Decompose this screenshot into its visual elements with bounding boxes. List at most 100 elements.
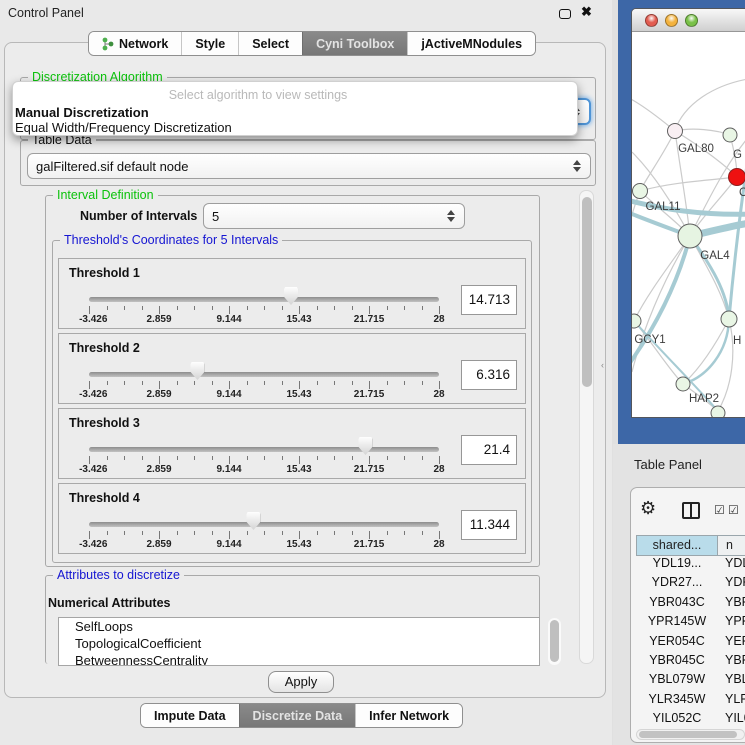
network-node[interactable] xyxy=(678,224,702,248)
network-edge-weighted[interactable] xyxy=(683,319,729,384)
network-icon xyxy=(102,37,114,51)
threshold-slider-track[interactable] xyxy=(89,447,439,452)
zoom-traffic-light-icon[interactable] xyxy=(685,14,698,27)
checkbox-icon[interactable]: ☑ xyxy=(728,503,739,517)
table-hscrollbar-track[interactable] xyxy=(636,729,745,740)
threshold-label: Threshold 2 xyxy=(69,341,140,355)
network-node[interactable] xyxy=(633,184,648,199)
tick-mark xyxy=(194,456,195,460)
screen: Control Panel ✖ NetworkStyleSelectCyni T… xyxy=(0,0,745,745)
thresholds-group-label: Threshold's Coordinates for 5 Intervals xyxy=(60,233,282,247)
close-icon[interactable]: ✖ xyxy=(581,4,592,20)
table-row[interactable]: YER054CYER0 xyxy=(636,634,745,653)
table-row[interactable]: YPR145WYPR1 xyxy=(636,614,745,633)
apply-button[interactable]: Apply xyxy=(268,671,334,693)
network-window[interactable]: GAL80GCGAL11GAL4GCY1HHAP2 xyxy=(631,8,745,418)
tab-label: jActiveMNodules xyxy=(421,37,522,51)
network-edge-weighted[interactable] xyxy=(632,236,690,367)
tick-mark xyxy=(404,306,405,310)
tick-mark xyxy=(334,456,335,460)
tab-jactivemnodules[interactable]: jActiveMNodules xyxy=(407,32,535,55)
algorithm-option-manual[interactable]: Manual Discretization xyxy=(15,105,575,120)
network-window-titlebar[interactable] xyxy=(632,9,745,32)
tick-mark xyxy=(194,381,195,385)
network-canvas[interactable]: GAL80GCGAL11GAL4GCY1HHAP2 xyxy=(632,32,745,418)
network-node[interactable] xyxy=(711,406,725,418)
tab-network[interactable]: Network xyxy=(89,32,181,55)
gear-icon[interactable]: ⚙ xyxy=(640,498,656,519)
split-columns-icon[interactable] xyxy=(682,502,700,519)
checkbox-icon[interactable]: ☑ xyxy=(714,503,725,517)
network-node[interactable] xyxy=(668,124,683,139)
threshold-slider-thumb[interactable] xyxy=(358,437,372,455)
slider-ticks xyxy=(89,456,439,464)
table-row[interactable]: YBR045CYBR0 xyxy=(636,653,745,672)
tick-mark xyxy=(369,306,370,314)
table-row[interactable]: YBR043CYBR0 xyxy=(636,595,745,614)
network-node[interactable] xyxy=(729,169,745,186)
main-scrollbar-thumb[interactable] xyxy=(582,197,592,387)
network-edge-weighted[interactable] xyxy=(690,236,729,319)
threshold-slider-thumb[interactable] xyxy=(284,287,298,305)
scale-label: 15.43 xyxy=(286,389,311,400)
threshold-slider-track[interactable] xyxy=(89,297,439,302)
minimize-traffic-light-icon[interactable] xyxy=(665,14,678,27)
tick-mark xyxy=(282,306,283,310)
table-row[interactable]: YDR27...YDR2 xyxy=(636,575,745,594)
tick-mark xyxy=(159,531,160,539)
algorithm-option-equal-width[interactable]: Equal Width/Frequency Discretization xyxy=(15,120,575,135)
attr-list-scrollbar-thumb[interactable] xyxy=(550,620,559,662)
network-node[interactable] xyxy=(721,311,737,327)
bottom-tab-discretize-data[interactable]: Discretize Data xyxy=(239,704,356,727)
network-edge[interactable] xyxy=(675,129,730,135)
tab-cyni-toolbox[interactable]: Cyni Toolbox xyxy=(302,32,407,55)
bottom-tab-impute-data[interactable]: Impute Data xyxy=(141,704,239,727)
network-node[interactable] xyxy=(676,377,690,391)
table-row[interactable]: YBL079WYBL0 xyxy=(636,672,745,691)
network-edge[interactable] xyxy=(632,236,690,372)
network-edge[interactable] xyxy=(675,77,745,131)
threshold-value-field[interactable]: 14.713 xyxy=(461,285,517,315)
cell-name: YDR2 xyxy=(718,575,745,589)
slider-ticks xyxy=(89,306,439,314)
threshold-value-field[interactable]: 21.4 xyxy=(461,435,517,465)
tab-select[interactable]: Select xyxy=(238,32,302,55)
tick-mark xyxy=(142,456,143,460)
table-data-combo[interactable]: galFiltered.sif default node xyxy=(27,153,591,179)
threshold-slider-thumb[interactable] xyxy=(190,362,204,380)
tab-style[interactable]: Style xyxy=(181,32,238,55)
table-hscrollbar-thumb[interactable] xyxy=(639,731,737,738)
num-intervals-combo[interactable]: 5 xyxy=(203,203,465,229)
scale-label: 9.144 xyxy=(216,539,241,550)
attribute-list-item[interactable]: TopologicalCoefficient xyxy=(59,635,539,652)
main-scrollbar-track[interactable] xyxy=(579,190,594,664)
attribute-list-item[interactable]: BetweennessCentrality xyxy=(59,652,539,666)
numerical-attributes-list[interactable]: SelfLoopsTopologicalCoefficientBetweenne… xyxy=(58,617,540,666)
attribute-list-item[interactable]: SelfLoops xyxy=(59,618,539,635)
column-header-shared[interactable]: shared... xyxy=(636,535,718,556)
float-window-icon[interactable] xyxy=(559,9,571,19)
threshold-value-field[interactable]: 11.344 xyxy=(461,510,517,540)
threshold-slider-track[interactable] xyxy=(89,522,439,527)
threshold-slider-thumb[interactable] xyxy=(246,512,260,530)
network-node[interactable] xyxy=(632,314,641,328)
network-node-label: GAL11 xyxy=(646,201,681,213)
table-row[interactable]: YLR345WYLR3 xyxy=(636,692,745,711)
cell-name: YIL0 xyxy=(718,711,745,725)
column-header-name[interactable]: n xyxy=(717,535,745,556)
threshold-slider-track[interactable] xyxy=(89,372,439,377)
network-node[interactable] xyxy=(723,128,737,142)
bottom-tab-infer-network[interactable]: Infer Network xyxy=(355,704,462,727)
network-node-label: HAP2 xyxy=(689,393,719,405)
threshold-value-field[interactable]: 6.316 xyxy=(461,360,517,390)
close-traffic-light-icon[interactable] xyxy=(645,14,658,27)
tick-mark xyxy=(422,306,423,310)
attr-list-scrollbar-track[interactable] xyxy=(548,618,561,665)
network-edge[interactable] xyxy=(690,236,729,319)
network-edge[interactable] xyxy=(632,97,675,131)
table-row[interactable]: YIL052CYIL0 xyxy=(636,711,745,728)
splitter-collapse-icon[interactable]: ‹ xyxy=(601,360,604,370)
table-row[interactable]: YDL19...YDL1 xyxy=(636,556,745,575)
bottom-tab-label: Infer Network xyxy=(369,709,449,723)
network-edge[interactable] xyxy=(718,319,733,411)
